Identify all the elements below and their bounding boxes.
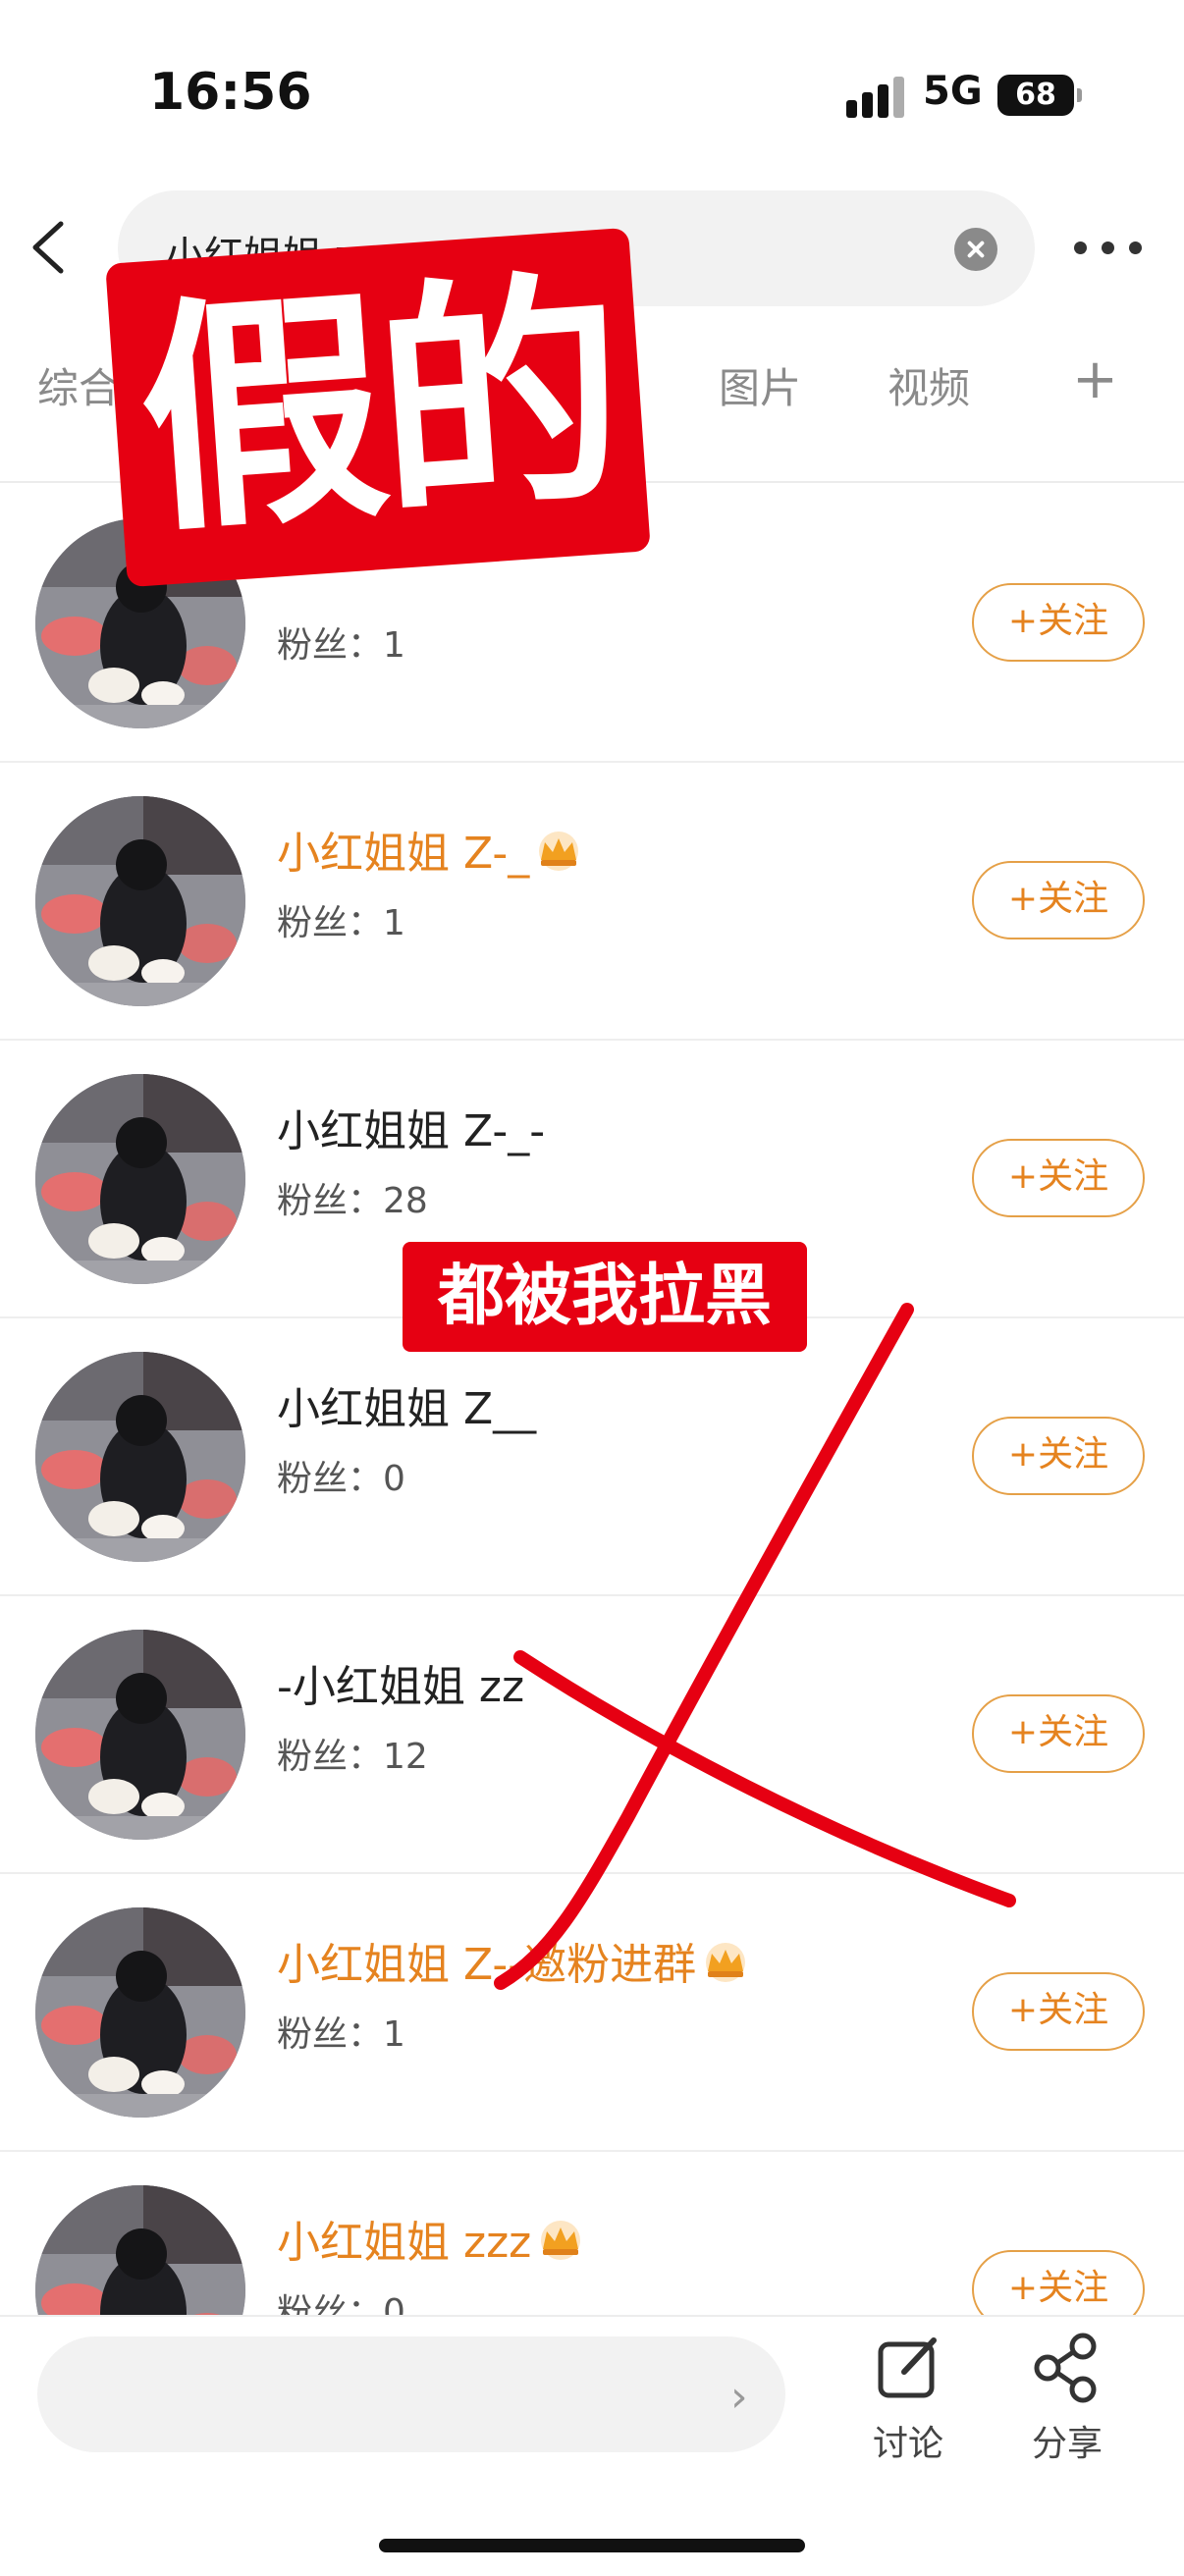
more-icon[interactable] bbox=[1074, 242, 1143, 255]
follow-button[interactable]: +关注 bbox=[972, 2250, 1145, 2315]
username: 小红姐姐 Z-_ bbox=[277, 818, 584, 881]
tab-comprehensive[interactable]: 综合 bbox=[37, 355, 120, 415]
list-item[interactable]: 小红姐姐 Z--邀粉进群 粉丝：1 +关注 bbox=[0, 1872, 1184, 2152]
bottom-bar: › 讨论 分享 bbox=[0, 2315, 1184, 2576]
fans-count: 粉丝：1 bbox=[277, 625, 405, 666]
add-tab-icon[interactable]: + bbox=[1072, 348, 1118, 411]
search-input[interactable]: 小红姐姐 z bbox=[118, 190, 1035, 306]
home-indicator bbox=[379, 2539, 805, 2552]
follow-button[interactable]: +关注 bbox=[972, 1139, 1145, 1217]
clear-icon[interactable] bbox=[954, 228, 997, 271]
list-item[interactable]: 小红姐姐 Z__ 粉丝：0 +关注 bbox=[0, 1316, 1184, 1596]
result-tabs: 综合 图片 视频 + bbox=[0, 344, 1184, 461]
network-type: 5G bbox=[923, 69, 983, 114]
username: 小红姐姐 Z-_- bbox=[277, 1106, 546, 1156]
avatar[interactable] bbox=[35, 1352, 245, 1562]
user-result-list: 粉丝：1 +关注 小红姐姐 Z-_ 粉丝：1 +关注 小红姐姐 Z-_- 粉丝：… bbox=[0, 483, 1184, 2315]
clock: 16:56 bbox=[149, 63, 312, 122]
chevron-right-icon: › bbox=[730, 2372, 748, 2422]
list-item[interactable]: 小红姐姐 Z-_- 粉丝：28 +关注 bbox=[0, 1039, 1184, 1318]
share-icon bbox=[1034, 2333, 1097, 2403]
follow-button[interactable]: +关注 bbox=[972, 861, 1145, 939]
follow-button[interactable]: +关注 bbox=[972, 1694, 1145, 1773]
back-icon[interactable] bbox=[22, 218, 81, 277]
list-item[interactable]: 小红姐姐 zzz 粉丝：0 +关注 bbox=[0, 2150, 1184, 2315]
crown-icon bbox=[533, 831, 584, 872]
list-item[interactable]: -小红姐姐 zz 粉丝：12 +关注 bbox=[0, 1594, 1184, 1874]
username: 小红姐姐 Z--邀粉进群 bbox=[277, 1929, 751, 1992]
username: 小红姐姐 zzz bbox=[277, 2207, 586, 2270]
edit-icon bbox=[878, 2337, 937, 2398]
fans-count: 粉丝：1 bbox=[277, 2014, 405, 2055]
signal-icon bbox=[846, 77, 905, 118]
list-item[interactable]: 粉丝：1 +关注 bbox=[0, 483, 1184, 763]
username: -小红姐姐 zz bbox=[277, 1662, 525, 1712]
avatar[interactable] bbox=[35, 1630, 245, 1840]
avatar[interactable] bbox=[35, 2185, 245, 2315]
comment-input[interactable]: › bbox=[37, 2336, 785, 2452]
fans-count: 粉丝：12 bbox=[277, 1737, 428, 1777]
list-item[interactable]: 小红姐姐 Z-_ 粉丝：1 +关注 bbox=[0, 761, 1184, 1041]
crown-icon bbox=[700, 1942, 751, 1983]
fans-count: 粉丝：0 bbox=[277, 1459, 405, 1499]
avatar[interactable] bbox=[35, 1907, 245, 2118]
status-bar: 16:56 5G 68 bbox=[0, 0, 1184, 187]
search-query[interactable]: 小红姐姐 z bbox=[165, 224, 355, 281]
avatar[interactable] bbox=[35, 1074, 245, 1284]
search-header: 小红姐姐 z bbox=[0, 187, 1184, 306]
discuss-label: 讨论 bbox=[872, 2424, 943, 2464]
avatar[interactable] bbox=[35, 796, 245, 1006]
tab-images[interactable]: 图片 bbox=[719, 355, 801, 415]
share-label: 分享 bbox=[1031, 2424, 1103, 2464]
battery-icon: 68 bbox=[997, 75, 1082, 116]
avatar[interactable] bbox=[35, 518, 245, 728]
fans-count: 粉丝：0 bbox=[277, 2292, 405, 2315]
follow-button[interactable]: +关注 bbox=[972, 1417, 1145, 1495]
follow-button[interactable]: +关注 bbox=[972, 1972, 1145, 2051]
share-button[interactable]: 分享 bbox=[1013, 2329, 1121, 2466]
fans-count: 粉丝：1 bbox=[277, 903, 405, 943]
discuss-button[interactable]: 讨论 bbox=[854, 2329, 962, 2466]
username: 小红姐姐 Z__ bbox=[277, 1384, 537, 1434]
follow-button[interactable]: +关注 bbox=[972, 583, 1145, 662]
tab-videos[interactable]: 视频 bbox=[888, 355, 970, 415]
fans-count: 粉丝：28 bbox=[277, 1181, 428, 1221]
crown-icon bbox=[535, 2220, 586, 2261]
